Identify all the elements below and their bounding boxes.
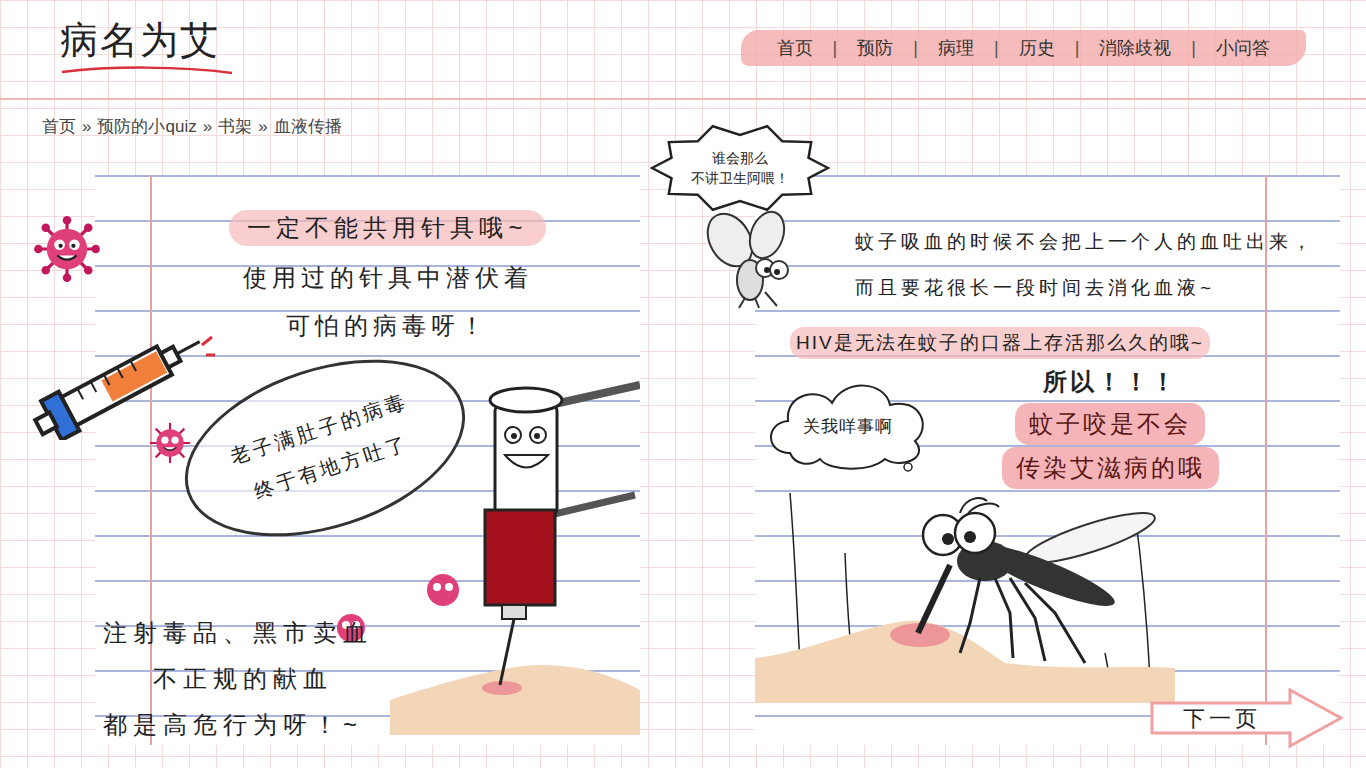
- highlight-text: HIV是无法在蚊子的口器上存活那么久的哦~: [790, 327, 1210, 359]
- text: 病名为艾: [60, 16, 235, 64]
- conclusion: 所以！！！ 蚊子咬是不会 传染艾滋病的哦: [975, 361, 1245, 489]
- virus-icon: [33, 215, 101, 283]
- margin-line: [1265, 175, 1267, 745]
- nav-item[interactable]: 消除歧视: [1093, 35, 1177, 62]
- shout-bubble: 谁会那么 不讲卫生阿喂！: [650, 123, 830, 213]
- page-title: 一定不能共用针具哦~: [229, 210, 545, 246]
- text: 而且要花很长一段时间去消化血液~: [855, 265, 1340, 311]
- nav-item[interactable]: 预防: [851, 35, 899, 62]
- text: 蚊子吸血的时候不会把上一个人的血吐出来，: [855, 219, 1340, 265]
- text: 不讲卫生阿喂！: [691, 168, 789, 188]
- breadcrumb-item[interactable]: 书架: [218, 114, 252, 140]
- breadcrumb-item[interactable]: 预防的小quiz: [97, 114, 196, 140]
- fly-icon: [705, 210, 800, 310]
- mosquito-text: 蚊子吸血的时候不会把上一个人的血吐出来， 而且要花很长一段时间去消化血液~: [755, 219, 1340, 311]
- breadcrumb-separator: »: [203, 114, 212, 140]
- margin-line: [150, 175, 152, 745]
- text: 下一页: [1154, 703, 1290, 733]
- text: 传染艾滋病的哦: [1002, 447, 1219, 489]
- nav-separator: |: [1191, 35, 1196, 62]
- next-page-button[interactable]: 下一页: [1148, 687, 1344, 749]
- text: 不正规的献血: [103, 656, 640, 702]
- breadcrumb-separator: »: [258, 114, 267, 140]
- thought-bubble: 关我咩事啊: [760, 375, 935, 475]
- small-virus-icon: [147, 420, 193, 466]
- text: 谁会那么: [712, 148, 768, 168]
- text: 注射毒品、黑市卖血: [103, 610, 640, 656]
- nav-item[interactable]: 首页: [771, 35, 819, 62]
- text: 关我咩事啊: [803, 414, 893, 440]
- notebook: 一定不能共用针具哦~ 使用过的针具中潜伏着 可怕的病毒呀！ 老子满肚子的病毒 终…: [0, 175, 1366, 745]
- burst-icon: [650, 123, 830, 213]
- breadcrumb-item: 血液传播: [274, 114, 342, 140]
- text: 可怕的病毒呀！: [135, 302, 640, 350]
- nav-item[interactable]: 病理: [932, 35, 980, 62]
- text: 蚊子咬是不会: [1015, 403, 1205, 445]
- nav-separator: |: [994, 35, 999, 62]
- nav-separator: |: [913, 35, 918, 62]
- breadcrumb-item[interactable]: 首页: [42, 114, 76, 140]
- text: 都是高危行为呀！~: [103, 702, 640, 748]
- mosquito-icon: [755, 493, 1175, 743]
- nav-separator: |: [833, 35, 838, 62]
- site-header: 病名为艾 首页 | 预防 | 病理 | 历史 | 消除歧视 | 小问答: [0, 0, 1366, 100]
- syringe-icon: [30, 325, 215, 440]
- text: 所以！！！: [1043, 361, 1178, 403]
- nav-separator: |: [1075, 35, 1080, 62]
- text: 使用过的针具中潜伏着: [135, 254, 640, 302]
- logo-underline-icon: [60, 64, 235, 78]
- nav-item[interactable]: 小问答: [1210, 35, 1276, 62]
- left-page-content: 一定不能共用针具哦~ 使用过的针具中潜伏着 可怕的病毒呀！ 老子满肚子的病毒 终…: [95, 175, 640, 748]
- illustration-area: 老子满肚子的病毒 终于有地方吐了: [95, 350, 640, 610]
- breadcrumb-separator: »: [82, 114, 91, 140]
- logo[interactable]: 病名为艾: [0, 0, 235, 78]
- intro-text: 使用过的针具中潜伏着 可怕的病毒呀！: [95, 254, 640, 350]
- left-page: 一定不能共用针具哦~ 使用过的针具中潜伏着 可怕的病毒呀！ 老子满肚子的病毒 终…: [95, 175, 640, 745]
- nav-item[interactable]: 历史: [1013, 35, 1061, 62]
- warning-text: 注射毒品、黑市卖血 不正规的献血 都是高危行为呀！~: [95, 610, 640, 748]
- speech-bubble: 老子满肚子的病毒 终于有地方吐了: [162, 327, 487, 569]
- main-nav: 首页 | 预防 | 病理 | 历史 | 消除歧视 | 小问答: [741, 30, 1306, 66]
- right-page: 谁会那么 不讲卫生阿喂！ 蚊子吸血的时候不会把上一个人的血吐出来， 而且要花很长…: [755, 175, 1340, 745]
